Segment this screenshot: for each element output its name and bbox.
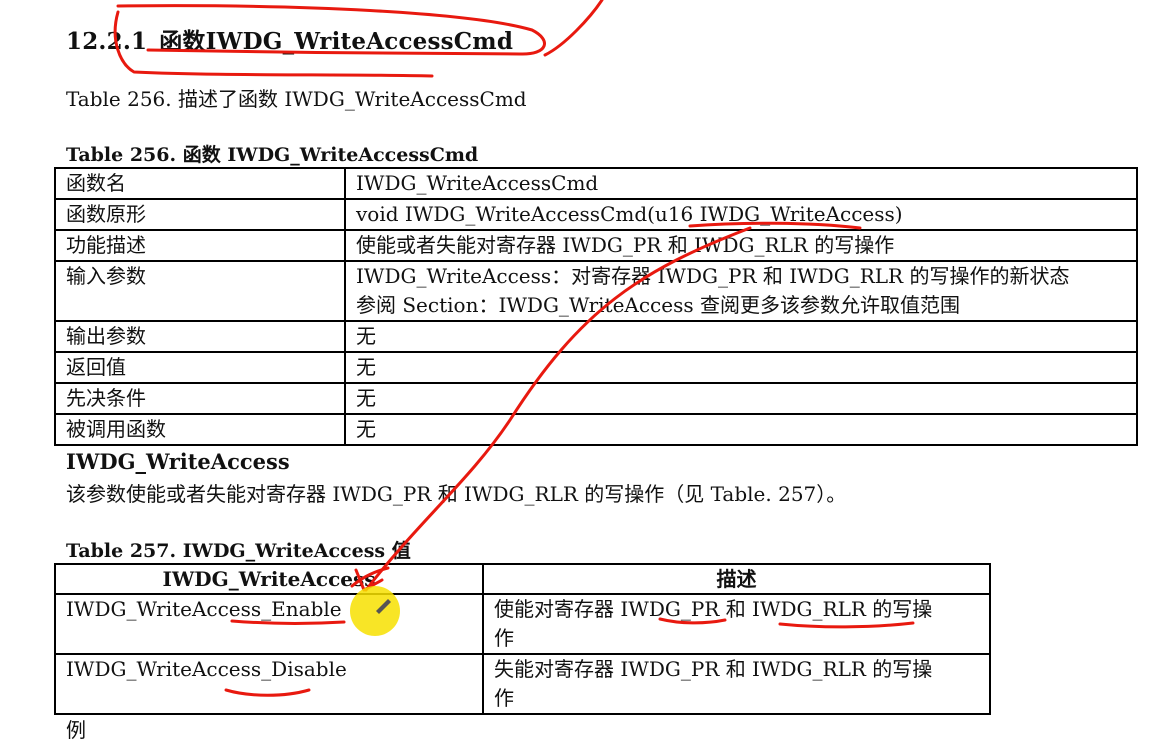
desc-line: 使能对寄存器 IWDG_PR 和 IWDG_RLR 的写操 <box>494 597 933 621</box>
row-value: 使能或者失能对寄存器 IWDG_PR 和 IWDG_RLR 的写操作 <box>344 229 1138 262</box>
intro-text: Table 256. 描述了函数 IWDG_WriteAccessCmd <box>66 87 527 111</box>
row-key: 被调用函数 <box>54 413 346 446</box>
table-row: 被调用函数 无 <box>54 413 1138 446</box>
table-row: 函数原形 void IWDG_WriteAccessCmd(u16 IWDG_W… <box>54 198 1138 231</box>
value-cell: IWDG_WriteAccess_Disable <box>54 653 484 715</box>
table-row: 返回值 无 <box>54 351 1138 384</box>
param-title: IWDG_WriteAccess <box>66 449 290 474</box>
row-key: 函数名 <box>54 167 346 200</box>
table257-caption: Table 257. IWDG_WriteAccess 值 <box>66 540 411 562</box>
row-value: 无 <box>344 351 1138 384</box>
row-value-line: 参阅 Section：IWDG_WriteAccess 查阅更多该参数允许取值范… <box>356 293 960 317</box>
row-value: IWDG_WriteAccess：对寄存器 IWDG_PR 和 IWDG_RLR… <box>344 260 1138 322</box>
table-row: IWDG_WriteAccess_Disable 失能对寄存器 IWDG_PR … <box>54 653 991 715</box>
section-number: 12.2.1 <box>66 28 148 55</box>
param-description: 该参数使能或者失能对寄存器 IWDG_PR 和 IWDG_RLR 的写操作（见 … <box>66 482 847 506</box>
section-title: 函数IWDG_WriteAccessCmd <box>159 28 514 55</box>
table-row: 输入参数 IWDG_WriteAccess：对寄存器 IWDG_PR 和 IWD… <box>54 260 1138 322</box>
table-row: 输出参数 无 <box>54 320 1138 353</box>
row-key: 返回值 <box>54 351 346 384</box>
row-value: 无 <box>344 382 1138 415</box>
table256-caption: Table 256. 函数 IWDG_WriteAccessCmd <box>66 144 479 166</box>
row-value: 无 <box>344 320 1138 353</box>
values-table: IWDG_WriteAccess 描述 IWDG_WriteAccess_Ena… <box>54 563 991 715</box>
heading-tail-stroke <box>543 0 604 57</box>
desc-line: 作 <box>494 626 514 650</box>
desc-cell: 失能对寄存器 IWDG_PR 和 IWDG_RLR 的写操 作 <box>482 653 991 715</box>
row-key: 先决条件 <box>54 382 346 415</box>
table-row: 先决条件 无 <box>54 382 1138 415</box>
row-key: 输入参数 <box>54 260 346 322</box>
cut-off-text: 例 <box>66 718 86 742</box>
table-row: 函数名 IWDG_WriteAccessCmd <box>54 167 1138 200</box>
table-row: 功能描述 使能或者失能对寄存器 IWDG_PR 和 IWDG_RLR 的写操作 <box>54 229 1138 262</box>
row-value: IWDG_WriteAccessCmd <box>344 167 1138 200</box>
row-value: 无 <box>344 413 1138 446</box>
row-key: 功能描述 <box>54 229 346 262</box>
function-table: 函数名 IWDG_WriteAccessCmd 函数原形 void IWDG_W… <box>54 167 1138 446</box>
row-value: void IWDG_WriteAccessCmd(u16 IWDG_WriteA… <box>344 198 1138 231</box>
desc-cell: 使能对寄存器 IWDG_PR 和 IWDG_RLR 的写操 作 <box>482 593 991 655</box>
table-header-row: IWDG_WriteAccess 描述 <box>54 563 991 595</box>
column-header: 描述 <box>482 563 991 595</box>
desc-line: 失能对寄存器 IWDG_PR 和 IWDG_RLR 的写操 <box>494 657 933 681</box>
row-key: 函数原形 <box>54 198 346 231</box>
column-header: IWDG_WriteAccess <box>54 563 484 595</box>
row-key: 输出参数 <box>54 320 346 353</box>
desc-line: 作 <box>494 686 514 710</box>
row-value-line: IWDG_WriteAccess：对寄存器 IWDG_PR 和 IWDG_RLR… <box>356 264 1070 288</box>
table-row: IWDG_WriteAccess_Enable 使能对寄存器 IWDG_PR 和… <box>54 593 991 655</box>
value-cell: IWDG_WriteAccess_Enable <box>54 593 484 655</box>
section-heading: 12.2.1 函数IWDG_WriteAccessCmd <box>66 22 513 56</box>
